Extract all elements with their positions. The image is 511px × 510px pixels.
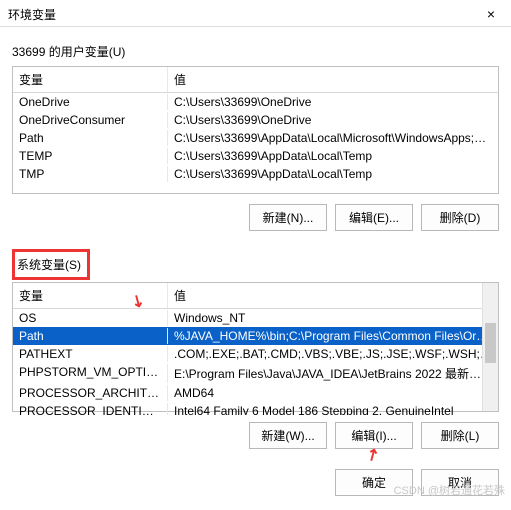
table-row[interactable]: OSWindows_NT	[13, 309, 498, 327]
cell-variable: TEMP	[13, 148, 168, 164]
table-row[interactable]: PROCESSOR_ARCHITECTUREAMD64	[13, 384, 498, 402]
cell-value: Intel64 Family 6 Model 186 Stepping 2, G…	[168, 403, 498, 415]
table-row[interactable]: OneDriveConsumerC:\Users\33699\OneDrive	[13, 111, 498, 129]
table-row[interactable]: PHPSTORM_VM_OPTIONSE:\Program Files\Java…	[13, 363, 498, 384]
system-vars-label: 系统变量(S)	[17, 258, 81, 272]
col-header-variable[interactable]: 变量	[13, 67, 168, 92]
annotation-highlight: 系统变量(S)	[12, 249, 90, 280]
dialog-title: 环境变量	[8, 6, 56, 23]
table-row[interactable]: Path%JAVA_HOME%\bin;C:\Program Files\Com…	[13, 327, 498, 345]
cell-variable: OneDrive	[13, 94, 168, 110]
scrollbar[interactable]	[482, 283, 498, 411]
col-header-value[interactable]: 值	[168, 283, 498, 308]
user-vars-label: 33699 的用户变量(U)	[12, 43, 499, 60]
user-new-button[interactable]: 新建(N)...	[249, 204, 327, 231]
cell-variable: OS	[13, 310, 168, 326]
table-row[interactable]: TMPC:\Users\33699\AppData\Local\Temp	[13, 165, 498, 183]
cell-value: C:\Users\33699\OneDrive	[168, 112, 498, 128]
cell-variable: Path	[13, 130, 168, 146]
cell-variable: PATHEXT	[13, 346, 168, 362]
scroll-thumb[interactable]	[485, 323, 496, 363]
table-row[interactable]: TEMPC:\Users\33699\AppData\Local\Temp	[13, 147, 498, 165]
table-row[interactable]: PathC:\Users\33699\AppData\Local\Microso…	[13, 129, 498, 147]
cell-value: %JAVA_HOME%\bin;C:\Program Files\Common …	[168, 328, 498, 344]
cell-value: Windows_NT	[168, 310, 498, 326]
table-row[interactable]: OneDriveC:\Users\33699\OneDrive	[13, 93, 498, 111]
cell-variable: PHPSTORM_VM_OPTIONS	[13, 364, 168, 383]
table-row[interactable]: PATHEXT.COM;.EXE;.BAT;.CMD;.VBS;.VBE;.JS…	[13, 345, 498, 363]
user-delete-button[interactable]: 删除(D)	[421, 204, 499, 231]
cell-value: .COM;.EXE;.BAT;.CMD;.VBS;.VBE;.JS;.JSE;.…	[168, 346, 498, 362]
cell-value: C:\Users\33699\AppData\Local\Microsoft\W…	[168, 130, 498, 146]
user-edit-button[interactable]: 编辑(E)...	[335, 204, 413, 231]
system-new-button[interactable]: 新建(W)...	[249, 422, 327, 449]
table-row[interactable]: PROCESSOR_IDENTIFIERIntel64 Family 6 Mod…	[13, 402, 498, 415]
cell-value: C:\Users\33699\AppData\Local\Temp	[168, 166, 498, 182]
cell-value: C:\Users\33699\AppData\Local\Temp	[168, 148, 498, 164]
cell-variable: PROCESSOR_IDENTIFIER	[13, 403, 168, 415]
watermark-text: CSDN @树若通花若殊	[394, 482, 505, 498]
cell-value: E:\Program Files\Java\JAVA_IDEA\JetBrain…	[168, 364, 498, 383]
cell-variable: TMP	[13, 166, 168, 182]
user-vars-table[interactable]: 变量 值 OneDriveC:\Users\33699\OneDriveOneD…	[12, 66, 499, 194]
system-vars-table[interactable]: 变量 值 OSWindows_NTPath%JAVA_HOME%\bin;C:\…	[12, 282, 499, 412]
cell-value: AMD64	[168, 385, 498, 401]
cell-variable: Path	[13, 328, 168, 344]
col-header-value[interactable]: 值	[168, 67, 498, 92]
system-delete-button[interactable]: 删除(L)	[421, 422, 499, 449]
cell-variable: PROCESSOR_ARCHITECTURE	[13, 385, 168, 401]
col-header-variable[interactable]: 变量	[13, 283, 168, 308]
system-edit-button[interactable]: 编辑(I)...	[335, 422, 413, 449]
cell-variable: OneDriveConsumer	[13, 112, 168, 128]
cell-value: C:\Users\33699\OneDrive	[168, 94, 498, 110]
close-icon[interactable]: ×	[479, 4, 503, 24]
